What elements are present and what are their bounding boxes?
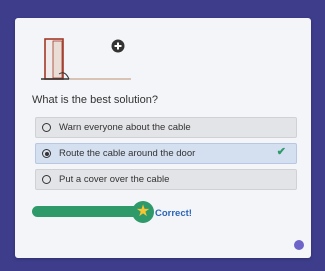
door-cable-illustration[interactable] [35,36,135,88]
radio-selected-icon[interactable] [42,149,51,158]
progress-bar: ★ [32,201,162,223]
feedback-text: Correct! [155,208,192,219]
plus-circle-icon[interactable] [111,39,125,53]
progress-knob: ★ [132,201,154,223]
question-text: What is the best solution? [32,94,158,106]
radio-icon[interactable] [42,123,51,132]
progress-track [32,206,142,217]
option-label: Warn everyone about the cable [59,122,191,133]
quiz-card: What is the best solution? Warn everyone… [15,18,311,258]
option-warn-everyone[interactable]: Warn everyone about the cable [35,117,297,138]
radio-icon[interactable] [42,175,51,184]
options-list: Warn everyone about the cable Route the … [35,117,297,195]
help-dot-icon[interactable] [294,240,304,250]
star-icon: ★ [135,203,151,220]
option-label: Route the cable around the door [59,148,196,159]
checkmark-icon: ✔ [276,146,286,158]
option-route-cable[interactable]: Route the cable around the door ✔ [35,143,297,164]
option-put-cover[interactable]: Put a cover over the cable [35,169,297,190]
option-label: Put a cover over the cable [59,174,170,185]
